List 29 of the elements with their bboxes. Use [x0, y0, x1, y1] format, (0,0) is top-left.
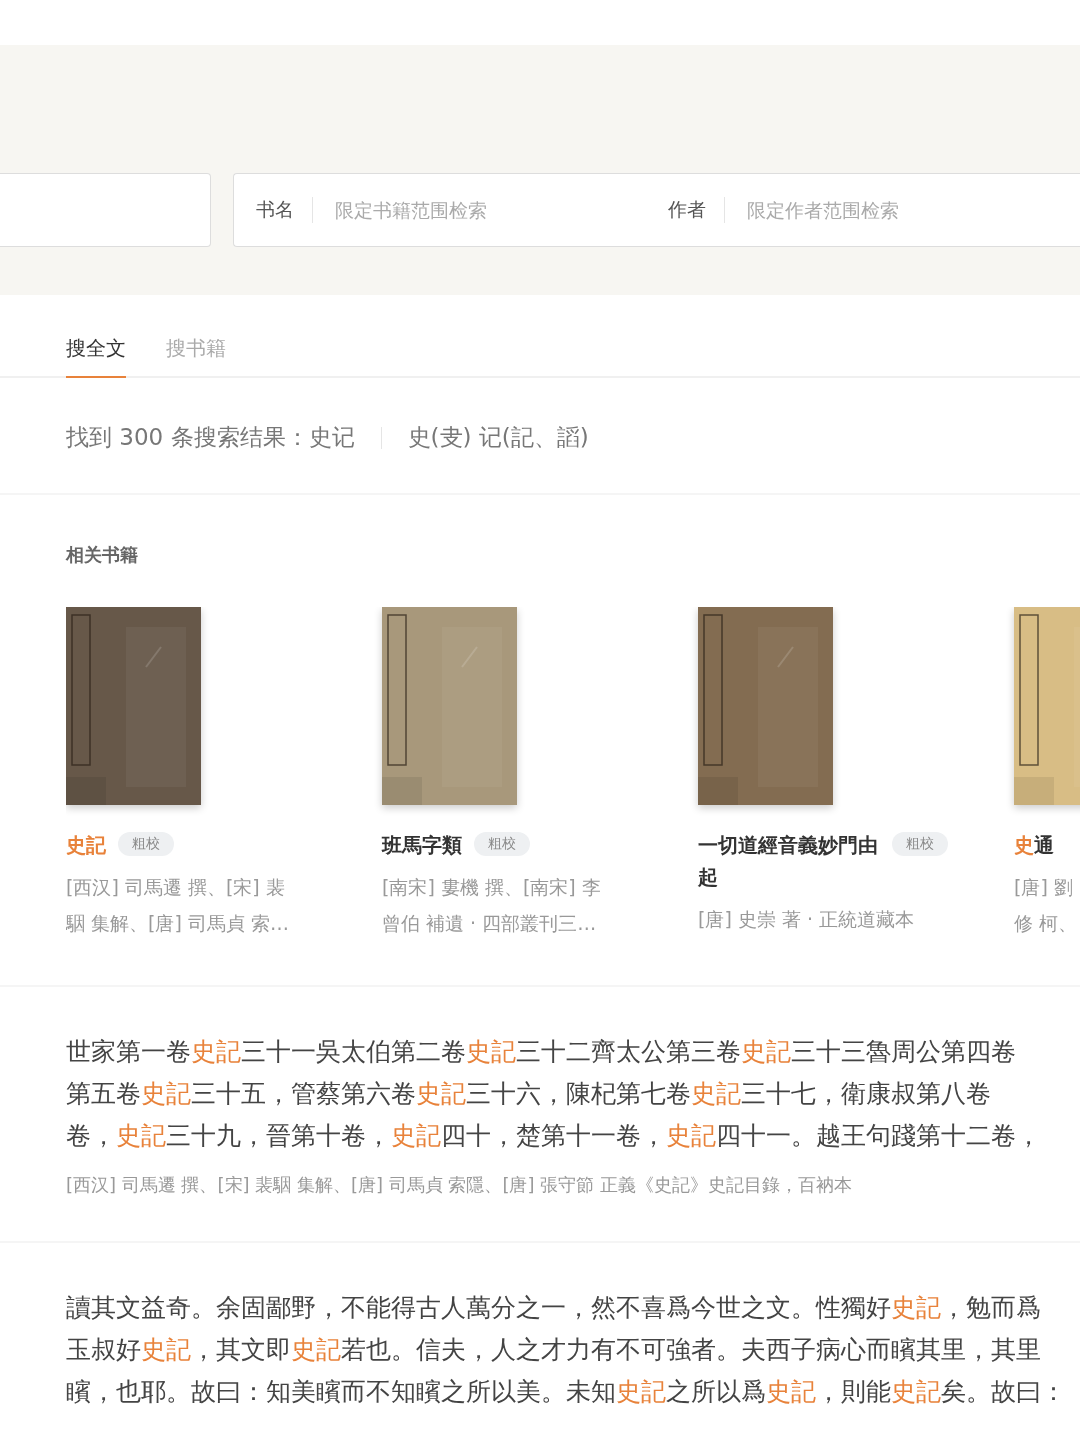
result-text: 玉叔好史記，其文即史記若也。信夫，人之才力有不可強者。夫西子病心而矉其里，其里	[66, 1334, 1042, 1366]
variant-text: 史(叏) 记(記、謟)	[407, 423, 589, 452]
tab[interactable]: 搜全文	[66, 335, 126, 378]
field-label: 作者	[668, 197, 725, 223]
book-author: 曾伯 補遺 · 四部叢刊三…	[382, 911, 598, 936]
tag: 粗校	[118, 832, 174, 856]
result-text: 讀其文益奇。余固鄙野，不能得古人萬分之一，然不喜爲今世之文。性獨好史記，勉而爲	[66, 1292, 1042, 1324]
tag: 粗校	[892, 832, 948, 856]
book-author: [唐] 史崇 著 · 正統道藏本	[698, 907, 916, 932]
book-author: [唐] 劉	[1014, 875, 1074, 900]
book-title[interactable]: 班馬字類	[382, 829, 462, 861]
input-field[interactable]: 限定书籍范围检索	[333, 198, 597, 222]
result-text: 第五卷史記三十五，管蔡第六卷史記三十六，陳杞第七卷史記三十七，衛康叔第八卷	[66, 1078, 992, 1110]
book-author: 修 柯、	[1014, 911, 1079, 936]
result-text: 矉，也耶。故曰：知美矉而不知矉之所以美。未知史記之所以爲史記，則能史記矣。故曰：	[66, 1376, 1067, 1408]
section-title: 相关书籍	[66, 543, 139, 567]
result-text: 卷，史記三十九，晉第十卷，史記四十，楚第十一卷，史記四十一。越王句踐第十二卷，	[66, 1120, 1042, 1152]
tag: 粗校	[474, 832, 530, 856]
book-title[interactable]: 一切道經音義妙門由起	[698, 829, 880, 893]
book-author: [西汉] 司馬遷 撰、[宋] 裴	[66, 875, 286, 900]
search-field[interactable]	[0, 173, 211, 247]
input-field[interactable]: 限定作者范围检索	[745, 198, 1009, 222]
field-label: 书名	[256, 197, 313, 223]
book-author: 駰 集解、[唐] 司馬貞 索…	[66, 911, 290, 936]
book-author: [南宋] 婁機 撰、[南宋] 李	[382, 875, 602, 900]
result-text: 世家第一卷史記三十一吳太伯第二卷史記三十二齊太公第三卷史記三十三魯周公第四卷	[66, 1036, 1017, 1068]
result-count: 找到 300 条搜索结果：史记	[66, 423, 355, 452]
book-title[interactable]: 史通	[1014, 829, 1054, 861]
result-source: [西汉] 司馬遷 撰、[宋] 裴駰 集解、[唐] 司馬貞 索隱、[唐] 張守節 正義《史記》史記目錄，百衲本	[66, 1173, 853, 1197]
